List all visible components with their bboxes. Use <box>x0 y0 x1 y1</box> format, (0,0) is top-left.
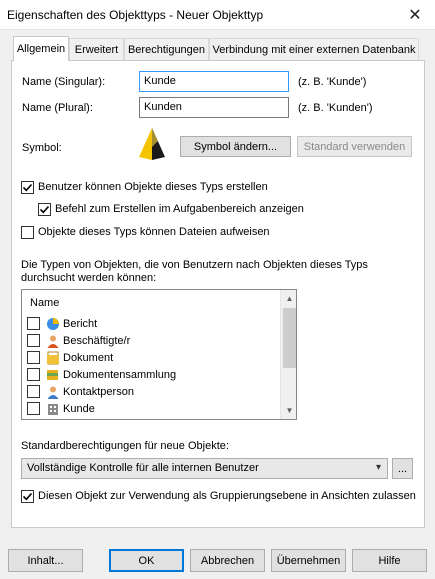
scroll-down-icon[interactable]: ▼ <box>281 402 296 419</box>
document-collection-icon <box>47 369 58 380</box>
name-plural-input[interactable]: Kunden <box>139 97 289 118</box>
help-button[interactable]: Hilfe <box>352 549 427 572</box>
list-column-header: Name <box>30 297 60 309</box>
list-item[interactable]: Beschäftigte/r <box>27 332 130 349</box>
tab-label: Verbindung mit einer externen Datenbank <box>212 43 416 56</box>
use-default-symbol-button[interactable]: Standard verwenden <box>297 136 412 157</box>
users-can-create-checkbox[interactable] <box>21 181 34 194</box>
create-command-label: Befehl zum Erstellen im Aufgabenbereich … <box>55 203 304 215</box>
list-item[interactable]: Dokumentensammlung <box>27 366 176 383</box>
list-item-checkbox[interactable] <box>27 402 40 415</box>
list-item-label: Kunde <box>63 402 95 415</box>
can-contain-files-label: Objekte dieses Typs können Dateien aufwe… <box>38 226 270 238</box>
list-item-checkbox[interactable] <box>27 385 40 398</box>
scroll-up-icon[interactable]: ▲ <box>281 290 296 307</box>
search-types-description: Die Typen von Objekten, die von Benutzer… <box>21 259 368 284</box>
grouping-level-label: Diesen Objekt zur Verwendung als Gruppie… <box>38 490 416 502</box>
permissions-more-button[interactable]: ... <box>392 458 413 479</box>
list-item-label: Dokumentensammlung <box>63 368 177 381</box>
title-bar: Eigenschaften des Objekttyps - Neuer Obj… <box>0 0 435 30</box>
check-icon <box>22 183 33 192</box>
list-item-checkbox[interactable] <box>27 368 40 381</box>
change-symbol-button[interactable]: Symbol ändern... <box>180 136 291 157</box>
name-plural-label: Name (Plural): <box>22 102 93 114</box>
name-singular-label: Name (Singular): <box>22 76 106 88</box>
scroll-thumb[interactable] <box>283 308 296 368</box>
name-singular-input[interactable]: Kunde <box>139 71 289 92</box>
tab-allgemein[interactable]: Allgemein <box>13 36 69 61</box>
list-item-label: Kontaktperson <box>63 385 134 398</box>
apply-button[interactable]: Übernehmen <box>271 549 346 572</box>
tab-label: Allgemein <box>16 43 66 55</box>
name-plural-hint: (z. B. 'Kunden') <box>298 102 373 114</box>
list-item-checkbox[interactable] <box>27 317 40 330</box>
cancel-button[interactable]: Abbrechen <box>190 549 265 572</box>
check-icon <box>22 492 33 501</box>
symbol-label: Symbol: <box>22 142 62 154</box>
grouping-level-checkbox[interactable] <box>21 490 34 503</box>
customer-icon <box>48 403 58 415</box>
contents-button[interactable]: Inhalt... <box>8 549 83 572</box>
searchable-types-list[interactable]: Name Bericht Beschäftigte/r Dokument Dok… <box>21 289 297 420</box>
contact-person-icon <box>47 386 59 399</box>
default-permissions-select[interactable]: Vollständige Kontrolle für alle internen… <box>21 458 388 479</box>
close-button[interactable]: ✕ <box>395 0 435 30</box>
list-item-checkbox[interactable] <box>27 334 40 347</box>
tab-label: Erweitert <box>74 43 119 56</box>
create-command-checkbox[interactable] <box>38 203 51 216</box>
default-permissions-label: Standardberechtigungen für neue Objekte: <box>21 440 229 452</box>
tab-berechtigungen[interactable]: Berechtigungen <box>124 38 209 60</box>
list-item[interactable]: Kunde <box>27 400 95 417</box>
list-item-label: Dokument <box>63 351 114 364</box>
tab-erweitert[interactable]: Erweitert <box>69 38 124 60</box>
list-item-label: Beschäftigte/r <box>63 334 131 347</box>
document-icon <box>47 351 59 364</box>
list-item[interactable]: Dokument <box>27 349 113 366</box>
check-icon <box>39 205 50 214</box>
chevron-down-icon: ▾ <box>375 462 381 473</box>
close-icon: ✕ <box>408 7 422 24</box>
tab-label: Berechtigungen <box>127 43 206 56</box>
window-title: Eigenschaften des Objekttyps - Neuer Obj… <box>7 8 264 22</box>
tab-external-database[interactable]: Verbindung mit einer externen Datenbank <box>209 38 419 60</box>
ok-button[interactable]: OK <box>109 549 184 572</box>
list-item[interactable]: Kontaktperson <box>27 383 134 400</box>
users-can-create-label: Benutzer können Objekte dieses Typs erst… <box>38 181 268 193</box>
list-item-checkbox[interactable] <box>27 351 40 364</box>
can-contain-files-checkbox[interactable] <box>21 226 34 239</box>
name-singular-hint: (z. B. 'Kunde') <box>298 76 367 88</box>
selected-permission: Vollständige Kontrolle für alle internen… <box>27 462 259 474</box>
employee-icon <box>47 335 59 348</box>
list-item[interactable]: Bericht <box>27 315 97 332</box>
list-scrollbar[interactable]: ▲ ▼ <box>280 290 296 419</box>
list-item-label: Bericht <box>63 317 98 330</box>
object-type-symbol-icon <box>139 128 165 160</box>
report-icon <box>47 317 59 330</box>
